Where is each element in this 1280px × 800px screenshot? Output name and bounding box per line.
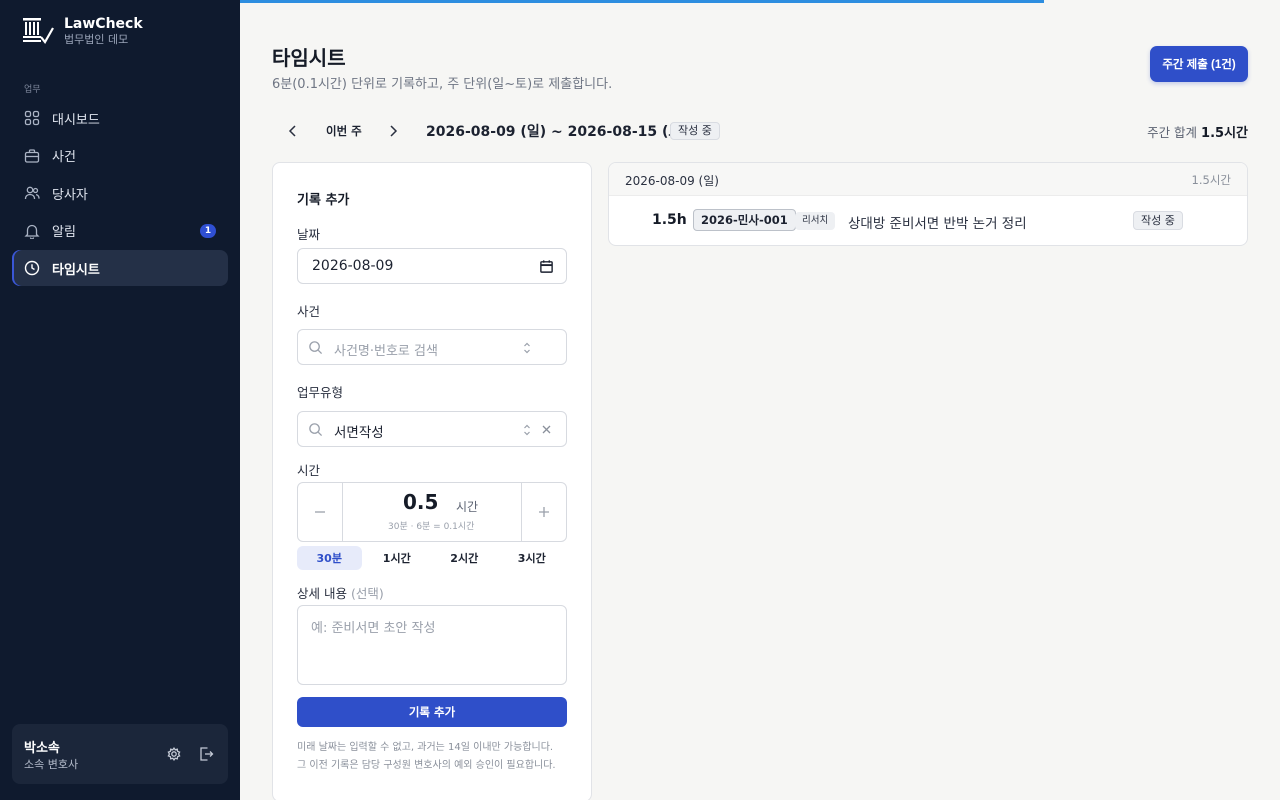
nav-section-label: 업무 [24,85,41,95]
chevron-left-icon[interactable] [286,123,300,139]
quick-option-30min[interactable]: 30분 [297,546,362,570]
sidebar-nav: 대시보드 사건 당사자 알림 1 타임시트 [12,100,228,288]
worktype-label: 업무유형 [297,385,344,400]
week-total-label: 주간 합계 [1147,125,1198,140]
date-label: 날짜 [297,227,321,242]
brand[interactable]: LawCheck 법무법인 데모 [22,15,143,47]
week-navigation: 이번 주 2026-08-09 (일) ~ 2026-08-15 (토) 작성 … [272,118,1248,144]
day-header: 2026-08-09 (일) 1.5시간 [609,163,1247,196]
worktype-value: 서면작성 [334,425,384,441]
notification-count-badge: 1 [200,223,216,238]
date-input[interactable]: 2026-08-09 [297,248,567,284]
sidebar-item-timesheet[interactable]: 타임시트 [12,250,228,286]
form-note-line-2: 그 이전 기록은 담당 구성원 변호사의 예외 승인이 필요합니다. [297,760,556,771]
time-stepper: 0.5 시간 30분 · 6분 = 0.1시간 [297,482,567,542]
day-total: 1.5시간 [1191,173,1231,187]
brand-name: LawCheck [64,16,143,32]
sidebar-item-label: 당사자 [52,187,88,203]
entry-description: 상대방 준비서면 반박 논거 정리 [848,216,1027,232]
time-unit: 시간 [456,500,479,514]
week-total-value: 1.5시간 [1201,126,1248,141]
briefcase-icon [24,147,41,164]
entry-hours: 1.5h [652,212,687,228]
settings-gear-icon[interactable] [166,746,182,762]
chevron-right-icon[interactable] [386,123,400,139]
form-note-line-1: 미래 날짜는 입력할 수 없고, 과거는 14일 이내만 가능합니다. [297,742,554,753]
detail-label-text: 상세 내용 [297,586,347,601]
week-range: 2026-08-09 (일) ~ 2026-08-15 (토) [426,124,688,140]
detail-textarea[interactable]: 예: 준비서면 초안 작성 [297,605,567,685]
chevron-updown-icon [524,424,530,436]
day-entries-card: 2026-08-09 (일) 1.5시간 1.5h 2026-민사-001 리서… [608,162,1248,246]
users-icon [24,185,41,202]
detail-placeholder: 예: 준비서면 초안 작성 [311,621,436,636]
clear-x-icon[interactable] [541,424,552,435]
grid-icon [24,110,41,127]
sidebar-item-dashboard[interactable]: 대시보드 [12,100,228,136]
sidebar-item-cases[interactable]: 사건 [12,138,228,174]
search-icon [309,423,323,437]
detail-optional: (선택) [350,586,384,601]
time-value: 0.5 [403,490,439,514]
case-label: 사건 [297,304,321,319]
user-name: 박소속 [24,741,60,756]
time-hint: 30분 · 6분 = 0.1시간 [388,522,475,532]
bell-icon [24,222,41,239]
quick-option-1h[interactable]: 1시간 [365,546,430,570]
page-subtitle: 6분(0.1시간) 단위로 기록하고, 주 단위(일~토)로 제출합니다. [272,77,613,92]
decrement-button[interactable] [298,483,343,541]
detail-label: 상세 내용 (선택) [297,583,384,602]
entry-status-badge: 작성 중 [1133,211,1183,230]
date-value: 2026-08-09 [312,258,394,274]
page-title: 타임시트 [272,46,346,70]
week-total: 주간 합계 1.5시간 [1147,122,1248,141]
top-progress-bar [240,0,1044,3]
case-placeholder: 사건명·번호로 검색 [334,344,438,359]
quick-option-2h[interactable]: 2시간 [432,546,497,570]
increment-button[interactable] [521,483,566,541]
calendar-icon[interactable] [539,259,554,274]
sidebar-item-label: 타임시트 [52,262,100,278]
courthouse-check-logo-icon [23,18,54,44]
clock-icon [24,260,41,277]
sidebar-item-parties[interactable]: 당사자 [12,175,228,211]
worktype-select[interactable]: 서면작성 [297,411,567,447]
logout-icon[interactable] [198,746,214,762]
minus-icon [315,511,325,513]
weekly-submit-button[interactable]: 주간 제출 (1건) [1150,46,1248,82]
form-title: 기록 추가 [297,193,350,208]
quick-time-options: 30분 1시간 2시간 3시간 [297,546,567,570]
chevron-updown-icon [524,342,530,354]
user-role: 소속 변호사 [24,758,79,771]
sidebar: LawCheck 법무법인 데모 업무 대시보드 사건 당사자 알림 1 타임시… [0,0,240,800]
time-label: 시간 [297,463,321,478]
week-status-badge: 작성 중 [670,122,720,140]
sidebar-item-label: 대시보드 [52,112,100,128]
entry-worktype-badge: 리서치 [795,212,836,230]
user-card: 박소속 소속 변호사 [12,724,228,784]
sidebar-item-label: 사건 [52,150,76,165]
add-entry-button[interactable]: 기록 추가 [297,697,567,727]
plus-icon [539,507,549,517]
add-entry-form: 기록 추가 날짜 2026-08-09 사건 사건명·번호로 검색 업무유형 서… [272,162,592,800]
sidebar-item-label: 알림 [52,225,76,240]
entry-case-badge[interactable]: 2026-민사-001 [693,209,796,231]
day-date: 2026-08-09 (일) [625,174,719,188]
brand-subtitle: 법무법인 데모 [64,33,129,46]
entry-row[interactable]: 1.5h 2026-민사-001 리서치 상대방 준비서면 반박 논거 정리 작… [609,196,1247,245]
sidebar-item-notifications[interactable]: 알림 1 [12,213,228,249]
search-icon [309,341,323,355]
quick-option-3h[interactable]: 3시간 [500,546,565,570]
case-search-select[interactable]: 사건명·번호로 검색 [297,329,567,365]
form-note: 미래 날짜는 입력할 수 없고, 과거는 14일 이내만 가능합니다. 그 이전… [297,739,569,775]
this-week-button[interactable]: 이번 주 [326,123,362,139]
